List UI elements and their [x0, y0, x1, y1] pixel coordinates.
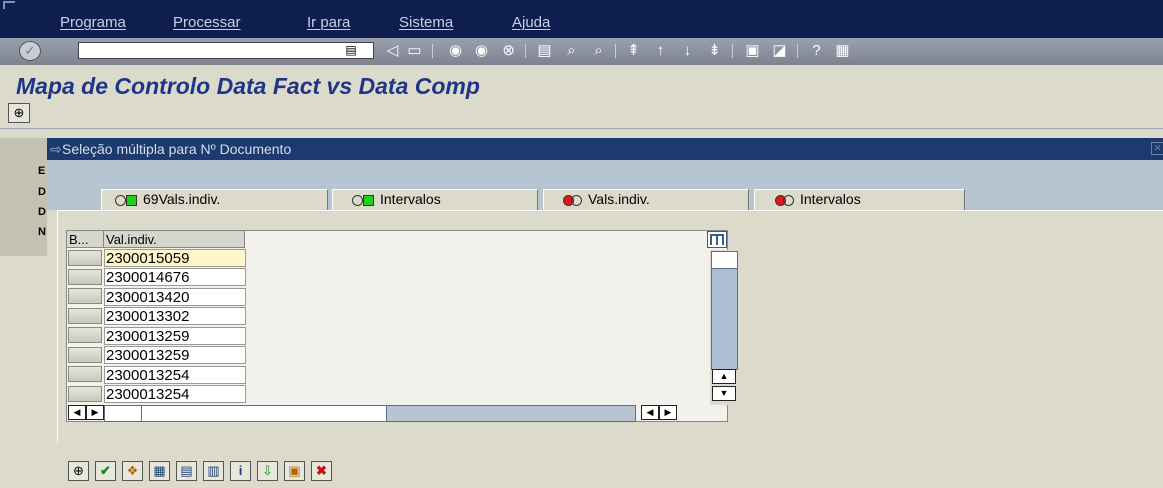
menu-sistema[interactable]: Sistema [399, 14, 453, 31]
execute-icon[interactable]: ⊕ [68, 461, 89, 481]
scroll-left-icon[interactable]: ◀ [68, 405, 86, 420]
row-selector[interactable] [68, 288, 102, 304]
table-settings-icon[interactable] [707, 231, 727, 248]
layout-icon[interactable]: ▦ [833, 42, 852, 60]
tab-ranges-exclude-label: Intervalos [800, 191, 861, 207]
find-icon[interactable]: ⌕ [562, 42, 581, 60]
value-cell[interactable]: 2300013259 [104, 327, 246, 345]
check-icon[interactable]: ✔ [95, 461, 116, 481]
value-cell[interactable]: 2300014676 [104, 268, 246, 286]
enter-icon[interactable]: ✓ [19, 41, 41, 61]
underlying-label: D [38, 206, 46, 218]
status-light-icon [571, 194, 582, 206]
underlying-label: N [38, 226, 46, 238]
status-light-icon [783, 194, 794, 206]
back-icon[interactable]: ◁ [383, 42, 402, 60]
status-light-icon [115, 194, 126, 206]
row-selector[interactable] [68, 250, 102, 266]
new-session-icon[interactable]: ▣ [743, 42, 762, 60]
status-light-icon [352, 194, 363, 206]
back-nav-icon[interactable]: ◉ [446, 42, 465, 60]
horizontal-scroll-area[interactable] [104, 405, 142, 422]
green-light-icon [363, 194, 374, 206]
toolbar-separator [525, 44, 526, 58]
toolbar-separator [732, 44, 733, 58]
delete-line-icon[interactable]: ▤ [176, 461, 197, 481]
previous-page-icon[interactable]: ↑ [651, 42, 670, 60]
import-icon[interactable]: ⇩ [257, 461, 278, 481]
row-selector[interactable] [68, 308, 102, 324]
value-cell[interactable]: 2300013302 [104, 307, 246, 325]
underlying-label: E [38, 165, 46, 177]
value-cell[interactable]: 2300013254 [104, 366, 246, 384]
last-page-icon[interactable]: ⇟ [705, 42, 724, 60]
system-menu-icon[interactable] [3, 1, 15, 9]
page-title: Mapa de Controlo Data Fact vs Data Comp [16, 73, 480, 99]
value-cell[interactable]: 2300013259 [104, 346, 246, 364]
menu-programa[interactable]: Programa [60, 14, 126, 31]
row-selector[interactable] [68, 347, 102, 363]
scroll-up-icon[interactable]: ▲ [712, 369, 736, 384]
menu-processar[interactable]: Processar [173, 14, 241, 31]
cancel-icon[interactable]: ✖ [311, 461, 332, 481]
delete-all-icon[interactable]: ▥ [203, 461, 224, 481]
dialog-menu-icon[interactable]: ⇨ [50, 141, 62, 158]
value-cell[interactable]: 2300015059 [104, 249, 246, 267]
scroll-right-icon[interactable]: ▶ [86, 405, 104, 420]
scroll-right-icon[interactable]: ▶ [659, 405, 677, 420]
next-page-icon[interactable]: ↓ [678, 42, 697, 60]
vertical-scroll-track[interactable] [711, 268, 738, 370]
tab-label: Intervalos [775, 191, 861, 207]
tab-label: Vals.indiv. [563, 191, 650, 207]
row-selector[interactable] [68, 327, 102, 343]
toolbar-separator [797, 44, 798, 58]
print-icon[interactable]: ▤ [535, 42, 554, 60]
tab-single-values-exclude-label: Vals.indiv. [588, 191, 650, 207]
execute-button[interactable]: ⊕ [8, 103, 30, 123]
toolbar-separator [615, 44, 616, 58]
value-cell[interactable]: 2300013420 [104, 288, 246, 306]
find-next-icon[interactable]: ⌕ [589, 42, 608, 60]
insert-line-icon[interactable]: ▦ [149, 461, 170, 481]
value-cell[interactable]: 2300013254 [104, 385, 246, 403]
save-icon[interactable]: ▭ [405, 42, 424, 60]
multiple-selection-icon[interactable]: ❖ [122, 461, 143, 481]
horizontal-scroll-thumb[interactable] [141, 405, 387, 422]
close-icon[interactable]: ✕ [1151, 142, 1163, 155]
column-header-value[interactable]: Val.indiv. [104, 231, 245, 248]
command-history-icon[interactable]: ▤ [344, 43, 358, 57]
info-icon[interactable]: i [230, 461, 251, 481]
row-selector[interactable] [68, 366, 102, 382]
command-field[interactable] [78, 42, 374, 59]
tab-label: Intervalos [352, 191, 441, 207]
shortcut-icon[interactable]: ◪ [770, 42, 789, 60]
divider [0, 128, 1163, 129]
menu-ir-para[interactable]: Ir para [307, 14, 350, 31]
scroll-down-icon[interactable]: ▼ [712, 386, 736, 401]
tab-label: 69Vals.indiv. [115, 191, 220, 207]
column-header-select[interactable]: B... [67, 231, 104, 248]
scroll-left-icon[interactable]: ◀ [641, 405, 659, 420]
dialog-title: Seleção múltipla para Nº Documento [62, 141, 292, 157]
tab-single-values-include-label: 69Vals.indiv. [143, 191, 221, 207]
first-page-icon[interactable]: ⇞ [624, 42, 643, 60]
toolbar-separator [432, 44, 433, 58]
row-selector[interactable] [68, 386, 102, 402]
menu-ajuda[interactable]: Ajuda [512, 14, 550, 31]
underlying-label: D [38, 186, 46, 198]
vertical-scroll-thumb[interactable] [711, 251, 738, 269]
clipboard-upload-icon[interactable]: ▣ [284, 461, 305, 481]
exit-icon[interactable]: ◉ [472, 42, 491, 60]
row-selector[interactable] [68, 269, 102, 285]
tab-ranges-include-label: Intervalos [380, 191, 441, 207]
help-icon[interactable]: ? [807, 42, 826, 60]
green-light-icon [126, 194, 137, 206]
cancel-icon[interactable]: ⊗ [499, 42, 518, 60]
